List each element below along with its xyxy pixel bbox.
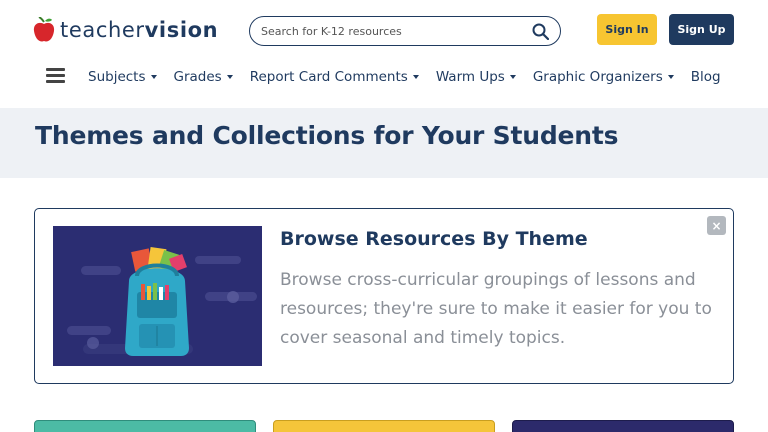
page-title-band: Themes and Collections for Your Students <box>0 108 768 178</box>
apple-icon <box>33 17 55 42</box>
caret-down-icon <box>412 75 419 79</box>
teachervision-logo[interactable]: teachervision <box>33 15 218 45</box>
nav-item-grades[interactable]: Grades <box>174 69 233 85</box>
backpack-illustration-icon <box>53 226 262 366</box>
page-title: Themes and Collections for Your Students <box>35 121 619 150</box>
card-heading[interactable]: Browse Resources By Theme <box>280 228 588 250</box>
nav-item-graphic-organizers[interactable]: Graphic Organizers <box>533 69 674 85</box>
caret-down-icon <box>667 75 674 79</box>
caret-down-icon <box>150 75 157 79</box>
main-nav: Subjects Grades Report Card Comments War… <box>88 66 738 88</box>
nav-item-warm-ups[interactable]: Warm Ups <box>436 69 516 85</box>
site-header: teachervision Sign In Sign Up Subjects G… <box>0 0 768 108</box>
card-description: Browse cross-curricular groupings of les… <box>280 270 712 348</box>
theme-promo-card: Browse Resources By Theme Browse cross-c… <box>34 208 734 384</box>
close-icon[interactable]: × <box>707 216 726 235</box>
sign-up-button[interactable]: Sign Up <box>669 14 734 45</box>
search-bar[interactable] <box>249 16 561 46</box>
collection-tile-yellow[interactable] <box>273 420 495 432</box>
search-icon[interactable] <box>532 23 549 40</box>
sign-in-button[interactable]: Sign In <box>597 14 657 45</box>
caret-down-icon <box>509 75 516 79</box>
nav-item-blog[interactable]: Blog <box>691 69 721 85</box>
collection-tile-indigo[interactable] <box>512 420 734 432</box>
collection-tile-teal[interactable] <box>34 420 256 432</box>
hamburger-menu-icon[interactable] <box>46 68 65 83</box>
logo-wordmark: teachervision <box>60 18 219 42</box>
nav-item-subjects[interactable]: Subjects <box>88 69 157 85</box>
nav-item-report-card-comments[interactable]: Report Card Comments <box>250 69 419 85</box>
caret-down-icon <box>226 75 233 79</box>
search-input[interactable] <box>261 24 521 38</box>
